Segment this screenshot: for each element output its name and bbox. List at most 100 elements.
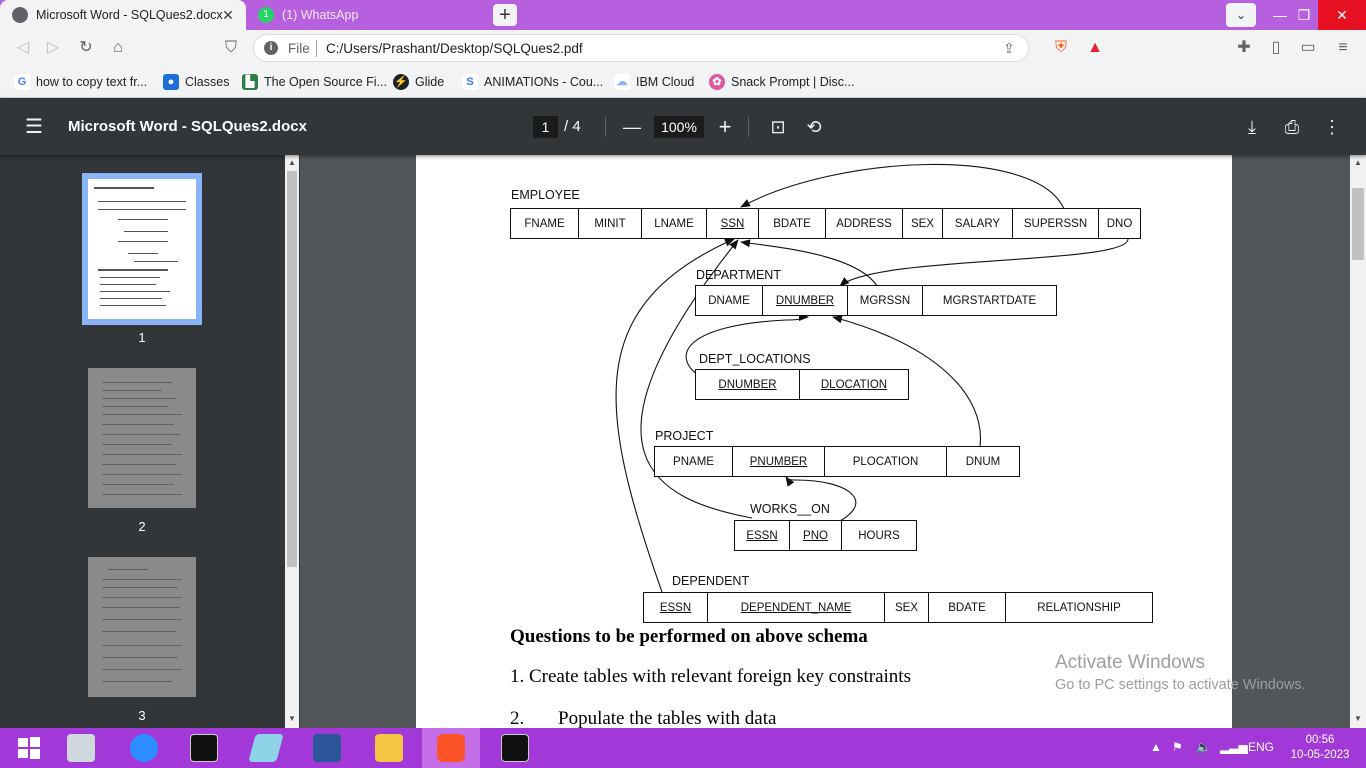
tab-whatsapp[interactable]: 1 (1) WhatsApp (246, 0, 486, 30)
tab-pdf[interactable]: Microsoft Word - SQLQues2.docx ✕ (0, 0, 246, 30)
start-button[interactable] (0, 728, 58, 768)
attribute-name: PNUMBER (749, 455, 808, 468)
attribute-cell: MGRSSN (848, 286, 923, 315)
scrollbar-thumb[interactable] (1352, 188, 1364, 260)
back-icon[interactable]: ◁ (12, 37, 34, 59)
question-number: 2. (510, 708, 525, 728)
thumbnail-image (88, 179, 196, 319)
relation-label: EMPLOYEE (511, 188, 580, 202)
scroll-down-icon[interactable]: ▼ (286, 713, 298, 725)
more-options-icon[interactable]: ⋮ (1320, 115, 1344, 139)
relation-label: WORKS__ON (750, 502, 830, 516)
language-indicator[interactable]: ENG (1248, 740, 1274, 754)
bookmark-item[interactable]: ☁ IBM Cloud (614, 73, 694, 91)
attribute-cell: PNAME (655, 447, 733, 476)
page-thumbnail-3[interactable] (82, 551, 202, 703)
attribute-cell: MINIT (579, 209, 642, 238)
zoom-input[interactable]: 100% (654, 116, 704, 138)
windows-taskbar: ▲ ⚑ 🔈 ▂▃▅ ENG 00:56 10-05-2023 (0, 728, 1366, 768)
globe-icon (12, 7, 28, 23)
fit-to-page-icon[interactable]: ⊡ (766, 115, 790, 139)
attribute-cell: BDATE (929, 593, 1006, 622)
scrollbar-thumb[interactable] (287, 171, 297, 567)
attribute-cell: LNAME (642, 209, 707, 238)
attribute-name: DLOCATION (820, 378, 888, 391)
bookmark-item[interactable]: S ANIMATIONs - Cou... (462, 73, 603, 91)
pdf-page: EMPLOYEE FNAME MINIT LNAME SSN BDATE ADD… (416, 155, 1232, 728)
bookmark-label: ANIMATIONs - Cou... (484, 75, 604, 89)
bookmark-item[interactable]: ● Classes (163, 73, 229, 91)
download-icon[interactable]: ⤓ (1240, 115, 1264, 139)
menu-icon[interactable]: ≡ (1332, 37, 1354, 59)
classroom-icon: ● (163, 74, 179, 90)
taskbar-app[interactable] (237, 728, 295, 768)
attribute-cell: DNO (1106, 217, 1133, 230)
sidebar-scrollbar[interactable]: ▲ ▼ (285, 155, 299, 728)
works-on-table: ESSN PNO HOURS (734, 520, 917, 551)
network-icon[interactable]: ▂▃▅ (1220, 740, 1248, 754)
attribute-name: SSN (720, 217, 745, 230)
page-number-input[interactable]: 1 (533, 116, 558, 138)
bookmark-label: how to copy text fr... (36, 75, 148, 89)
brave-shield-icon[interactable]: ⛨ (1050, 37, 1072, 59)
attribute-name: DNUMBER (718, 378, 777, 391)
restore-icon[interactable]: ❐ (1286, 0, 1322, 30)
taskbar-app[interactable] (52, 728, 110, 768)
scroll-up-icon[interactable]: ▲ (1352, 157, 1364, 169)
address-bar[interactable]: i File C:/Users/Prashant/Desktop/SQLQues… (253, 34, 1029, 62)
divider (605, 117, 606, 137)
reload-icon[interactable]: ↻ (75, 37, 97, 59)
url-text[interactable]: C:/Users/Prashant/Desktop/SQLQues2.pdf (326, 41, 583, 56)
mysql-shell-icon (501, 734, 529, 762)
taskbar-app[interactable] (175, 728, 233, 768)
new-tab-button[interactable]: + (493, 4, 517, 26)
cloud-icon: ☁ (614, 74, 630, 90)
sidebar-toggle-icon[interactable]: ☰ (22, 115, 46, 139)
extensions-icon[interactable]: ✚ (1233, 37, 1255, 59)
primary-key-cell: PNO (790, 521, 842, 550)
show-hidden-icons-icon[interactable]: ▲ (1150, 740, 1162, 754)
home-icon[interactable]: ⌂ (107, 37, 129, 59)
taskbar-app[interactable] (115, 728, 173, 768)
bookmark-item[interactable]: ⚡ Glide (393, 73, 444, 91)
thumbnail-label: 1 (138, 330, 146, 345)
primary-key-cell: PNUMBER (733, 447, 825, 476)
taskbar-app[interactable] (360, 728, 418, 768)
project-table: PNAME PNUMBER PLOCATION DNUM (654, 446, 1020, 477)
tab-close-icon[interactable]: ✕ (220, 7, 236, 23)
share-icon[interactable]: ⇪ (1000, 40, 1018, 58)
volume-icon[interactable]: 🔈 (1196, 740, 1211, 754)
info-icon[interactable]: i (264, 41, 278, 55)
thumbnail-label: 2 (138, 519, 146, 534)
thumbnail-sidebar: 1 2 3 ▲ ▼ (0, 155, 300, 728)
zoom-out-icon[interactable]: — (620, 115, 644, 139)
wallet-icon[interactable]: ▭ (1297, 37, 1319, 59)
print-icon[interactable]: ⎙ (1280, 115, 1304, 139)
bookmark-label: Snack Prompt | Disc... (731, 75, 855, 89)
forward-icon[interactable]: ▷ (42, 37, 64, 59)
taskbar-app[interactable] (298, 728, 356, 768)
tab-search-icon[interactable]: ⌄ (1226, 3, 1256, 27)
page-thumbnail-1[interactable] (82, 173, 202, 325)
attribute-cell: SEX (885, 593, 929, 622)
scroll-down-icon[interactable]: ▼ (1352, 713, 1364, 725)
attribute-cell: MGRSTARTDATE (942, 294, 1037, 307)
sidebar-icon[interactable]: ▯ (1265, 37, 1287, 59)
divider (316, 40, 317, 57)
rotate-icon[interactable]: ⟲ (802, 115, 826, 139)
page-thumbnail-2[interactable] (82, 362, 202, 514)
taskbar-app-active[interactable] (422, 728, 480, 768)
system-clock[interactable]: 00:56 10-05-2023 (1290, 733, 1350, 763)
main-scrollbar[interactable]: ▲ ▼ (1350, 155, 1366, 728)
scroll-up-icon[interactable]: ▲ (286, 157, 298, 169)
bookmark-item[interactable]: ▙ The Open Source Fi... (242, 73, 387, 91)
flag-icon[interactable]: ⚑ (1172, 740, 1183, 754)
bookmark-item[interactable]: ✿ Snack Prompt | Disc... (709, 73, 854, 91)
brave-rewards-icon[interactable]: ▲ (1084, 37, 1106, 59)
attribute-name: ESSN (659, 601, 692, 614)
bookmark-icon[interactable]: ⛉ (220, 37, 242, 59)
bookmark-item[interactable]: G how to copy text fr... (14, 73, 147, 91)
close-window-icon[interactable]: ✕ (1318, 0, 1366, 30)
taskbar-app[interactable] (486, 728, 544, 768)
zoom-in-icon[interactable]: + (713, 115, 737, 139)
